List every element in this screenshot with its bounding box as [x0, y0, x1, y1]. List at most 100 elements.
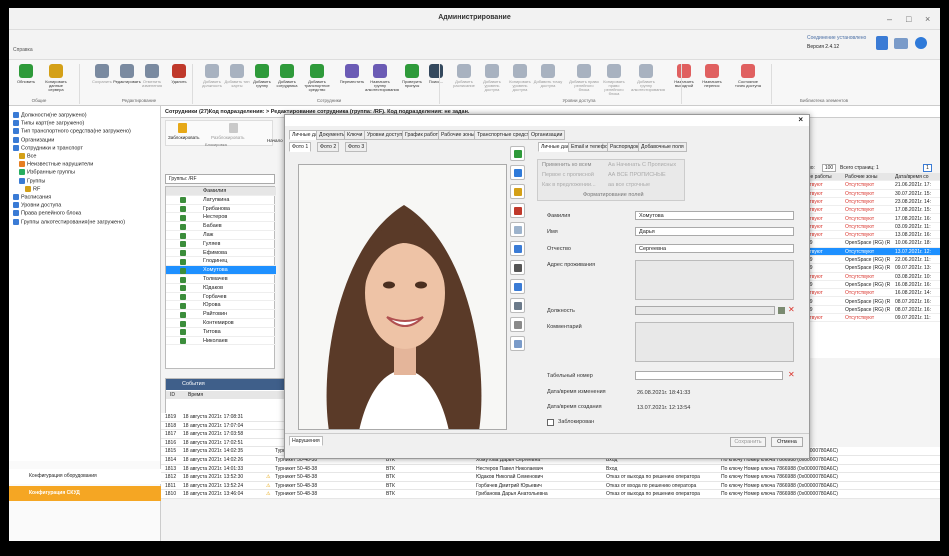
- ribbon-button-20[interactable]: Копировать право релейного блока: [599, 64, 629, 96]
- nav-item-6[interactable]: Неизвестные нарушители: [19, 161, 93, 168]
- ribbon-button-23[interactable]: Назначить перенос: [697, 64, 727, 88]
- nav-item-3[interactable]: Организации: [13, 136, 54, 143]
- ribbon-button-5[interactable]: Удалить: [164, 64, 194, 84]
- ribbon-button-15[interactable]: Добавить расписание: [449, 64, 479, 88]
- ribbon-button-1[interactable]: Копировать данные сервера: [41, 64, 71, 92]
- nav-item-8[interactable]: Группы: [19, 177, 45, 184]
- grid-row-13[interactable]: ствуют Отсутствуют 16.08.2021г. 14:: [805, 289, 940, 298]
- photo-tool-6[interactable]: [510, 260, 525, 275]
- monitor-icon[interactable]: [894, 38, 908, 49]
- grid-row-12[interactable]: 19OpenSpace (RG) (R16.08.2021г. 16:: [805, 281, 940, 290]
- clear-tab-icon[interactable]: ✕: [788, 370, 795, 379]
- nav-item-0[interactable]: Должности(не загружено): [13, 112, 87, 118]
- grid-row-3[interactable]: ствуют Отсутствуют 17.08.2021г. 15:: [805, 206, 940, 215]
- minimize-button[interactable]: –: [887, 14, 892, 24]
- ribbon-button-18[interactable]: Добавить точку доступа: [533, 64, 563, 88]
- ribbon-button-4[interactable]: Отменить изменения: [137, 64, 167, 88]
- grid-row-6[interactable]: ствуют Отсутствуют 13.08.2021г. 16:: [805, 231, 940, 240]
- as-typed-option[interactable]: Как в предложении...: [542, 182, 596, 188]
- photo-tool-0[interactable]: [510, 146, 525, 161]
- right-tab-2[interactable]: Распорядок: [607, 142, 642, 152]
- employee-photo[interactable]: [298, 164, 507, 430]
- dialog-tab-2[interactable]: Ключи: [344, 130, 366, 140]
- grid-row-8[interactable]: ствуют Отсутствуют 13.07.2021г. 12:: [805, 247, 940, 256]
- cancel-button[interactable]: Отмена: [771, 437, 803, 447]
- surname-input[interactable]: Хомутова: [635, 211, 794, 220]
- dialog-tab-5[interactable]: Рабочие зоны: [438, 130, 478, 140]
- blocked-checkbox[interactable]: [547, 419, 554, 426]
- grid-row-5[interactable]: ствуют Отсутствуют 03.09.2021г. 11:: [805, 223, 940, 232]
- grid-row-11[interactable]: ствуют Отсутствуют 03.08.2021г. 10:: [805, 273, 940, 281]
- photo-tab-1[interactable]: Фото 2: [317, 142, 340, 152]
- patronymic-input[interactable]: Сергеевна: [635, 244, 794, 253]
- help-tab[interactable]: Справка: [13, 47, 33, 53]
- dialog-tab-7[interactable]: Организации: [528, 130, 566, 140]
- ribbon-button-12[interactable]: Назначить группу алкотестирования: [365, 64, 399, 92]
- nav-item-11[interactable]: Уровни доступа: [13, 202, 61, 209]
- grid-row-0[interactable]: ствуют Отсутствуют 21.06.2021г. 17:: [805, 181, 940, 190]
- ribbon-button-22[interactable]: Назначить выходной: [669, 64, 699, 88]
- maximize-button[interactable]: □: [906, 14, 911, 24]
- grid-row-1[interactable]: ствуют Отсутствуют 30.07.2021г. 15:: [805, 190, 940, 198]
- photo-tool-2[interactable]: [510, 184, 525, 199]
- nav-item-12[interactable]: Права релейного блока: [13, 210, 81, 217]
- photo-tab-2[interactable]: Фото 3: [345, 142, 368, 152]
- photo-tool-5[interactable]: [510, 241, 525, 256]
- ribbon-button-14[interactable]: Поиск...: [421, 64, 451, 84]
- name-input[interactable]: Дарья: [635, 227, 794, 236]
- photo-tool-10[interactable]: [510, 336, 525, 351]
- event-row-7[interactable]: 1812 18 августа 2021г. 13:52:30 Турникет 5…: [161, 473, 940, 482]
- apply-all-option[interactable]: Применить ко всем: [542, 162, 591, 168]
- hw-config-button[interactable]: Конфигурация оборудования: [9, 469, 161, 484]
- close-button[interactable]: ×: [925, 14, 930, 24]
- photo-tab-0[interactable]: Фото 1: [289, 142, 312, 152]
- grid-row-4[interactable]: ствуют Отсутствуют 17.08.2021г. 16:: [805, 215, 940, 223]
- ribbon-button-0[interactable]: Обновить: [11, 64, 41, 84]
- grid-header-1[interactable]: Рабочие зоны: [845, 173, 877, 181]
- cap-first-option[interactable]: Аа Начинать С Прописных: [608, 162, 676, 168]
- tab-number-input[interactable]: [635, 371, 783, 380]
- ribbon-button-9[interactable]: Добавить сотрудника: [272, 64, 302, 88]
- event-row-6[interactable]: 1813 18 августа 2021г. 14:01:33 Турникет 5…: [161, 464, 940, 474]
- ribbon-button-16[interactable]: Добавить уровень доступа: [477, 64, 507, 92]
- per-page-input[interactable]: 100: [822, 164, 836, 172]
- lowercase-option[interactable]: аа все строчные: [608, 182, 650, 188]
- grid-row-10[interactable]: 19OpenSpace (RG) (R09.07.2021г. 13:: [805, 264, 940, 273]
- help-icon[interactable]: [915, 37, 927, 49]
- save-button[interactable]: Сохранить: [730, 437, 766, 447]
- photo-tool-1[interactable]: [510, 165, 525, 180]
- surname-header[interactable]: Фамилия: [166, 187, 276, 196]
- nav-item-1[interactable]: Типы карт(не загружено): [13, 120, 84, 127]
- address-input[interactable]: [635, 260, 794, 300]
- nav-item-13[interactable]: Группы алкотестирования(не загружено): [13, 218, 125, 225]
- photo-tool-9[interactable]: [510, 317, 525, 332]
- all-caps-option[interactable]: АА ВСЕ ПРОПИСНЫЕ: [608, 172, 666, 178]
- dialog-close-button[interactable]: ×: [798, 115, 803, 124]
- skud-config-button[interactable]: Конфигурация СКУД: [9, 486, 161, 501]
- grid-row-7[interactable]: 19OpenSpace (RG) (R10.06.2021г. 18:: [805, 239, 940, 248]
- nav-item-7[interactable]: Избранные группы: [19, 169, 75, 176]
- photo-tool-8[interactable]: [510, 298, 525, 313]
- nav-item-9[interactable]: RF: [25, 185, 40, 192]
- first-cap-option[interactable]: Первое с прописной: [542, 172, 594, 178]
- unlock-button[interactable]: Разблокировать: [211, 135, 245, 140]
- ribbon-button-11[interactable]: Переместить: [337, 64, 367, 84]
- grid-row-2[interactable]: ствуют Отсутствуют 23.08.2021г. 14:: [805, 198, 940, 207]
- nav-item-4[interactable]: Сотрудники и транспорт: [13, 144, 83, 151]
- event-row-9[interactable]: 1810 18 августа 2021г. 13:46:04 Турникет 5…: [161, 490, 940, 499]
- right-tab-3[interactable]: Добавочные поля: [638, 142, 687, 152]
- photo-tool-3[interactable]: [510, 203, 525, 218]
- grid-header-2[interactable]: Дата/время со: [895, 173, 929, 181]
- event-row-8[interactable]: 1811 18 августа 2021г. 13:52:24 Турникет 5…: [161, 481, 940, 491]
- grid-row-9[interactable]: 19OpenSpace (RG) (R22.06.2021г. 11:: [805, 256, 940, 265]
- ribbon-button-21[interactable]: Добавить группу алкотестирования: [631, 64, 665, 92]
- grid-row-15[interactable]: 19OpenSpace (RG) (R08.07.2021г. 16:: [805, 306, 940, 315]
- lock-button[interactable]: Заблокировать: [168, 135, 199, 140]
- select-position-icon[interactable]: [778, 307, 785, 314]
- grid-header-0[interactable]: ме работы: [807, 173, 832, 181]
- nav-item-5[interactable]: Все: [19, 153, 36, 159]
- grid-row-14[interactable]: 19OpenSpace (RG) (R08.07.2021г. 16:: [805, 298, 940, 306]
- page-number[interactable]: 1: [923, 164, 932, 172]
- ribbon-button-10[interactable]: Добавить транспортное средство: [302, 64, 332, 92]
- violations-tab[interactable]: Нарушения: [289, 436, 323, 446]
